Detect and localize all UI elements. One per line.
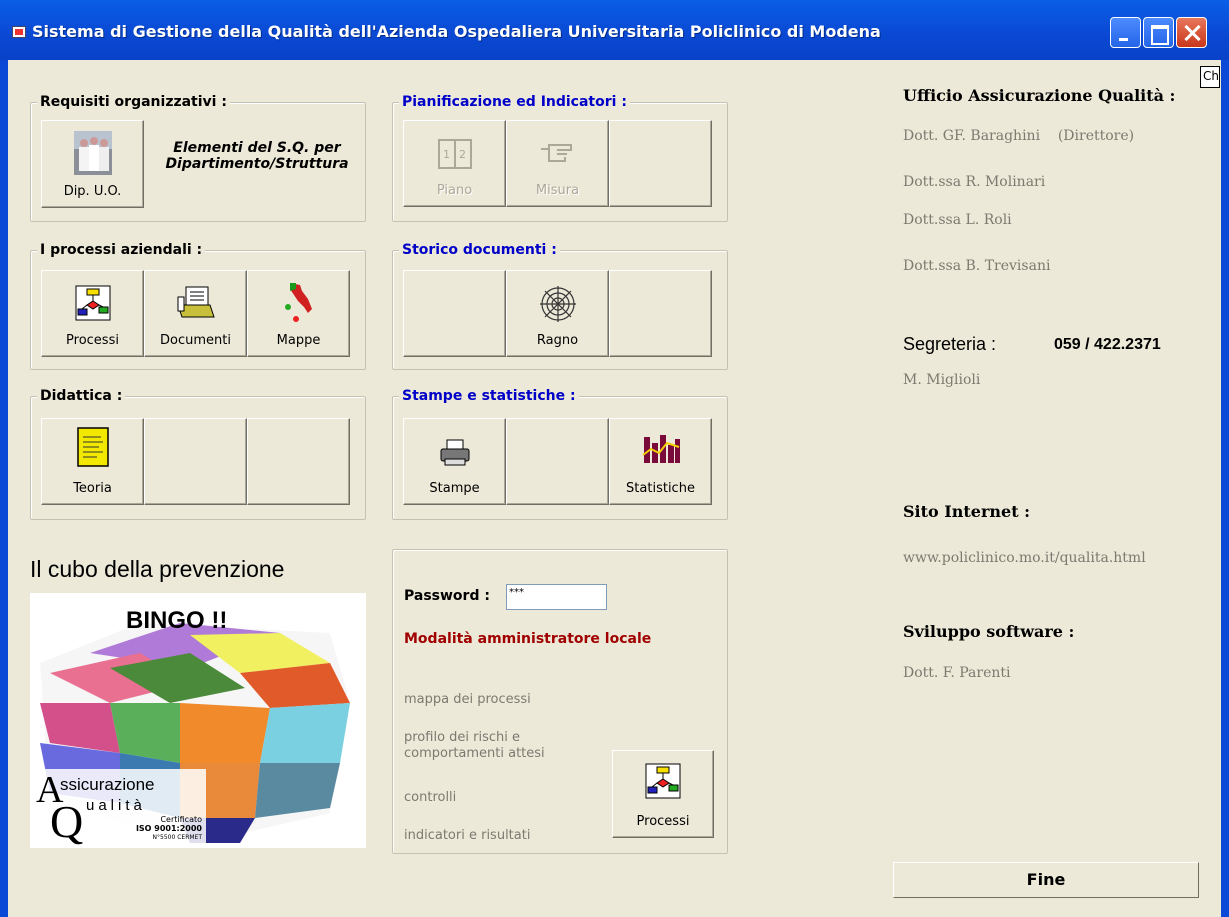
close-button[interactable] — [1176, 17, 1207, 48]
admin-processi-label: Processi — [636, 814, 690, 829]
teoria-button[interactable]: Teoria — [41, 418, 144, 505]
frame-processi-legend: I processi aziendali : — [37, 242, 206, 258]
link-mappa-processi[interactable]: mappa dei processi — [404, 692, 531, 707]
window-title: Sistema di Gestione della Qualità dell'A… — [32, 22, 881, 41]
maximize-button[interactable] — [1143, 17, 1174, 48]
cubo-image[interactable]: BINGO !! A ssicurazione Q ualità Certifi… — [30, 593, 366, 848]
ragno-label: Ragno — [536, 333, 579, 348]
misura-label: Misura — [535, 183, 580, 198]
aq-logo: A ssicurazione Q ualità Certificato ISO … — [34, 769, 206, 845]
frame-requisiti-legend: Requisiti organizzativi : — [37, 94, 230, 110]
stampe-empty-button[interactable] — [506, 418, 609, 505]
storico-empty-button-2[interactable] — [609, 270, 712, 357]
mappe-button[interactable]: Mappe — [247, 270, 350, 357]
cert-line-2: ISO 9001:2000 — [135, 824, 202, 833]
spider-web-icon — [539, 286, 576, 322]
dip-uo-button[interactable]: Dip. U.O. — [41, 120, 144, 208]
piano-label: Piano — [436, 183, 473, 198]
pianificazione-empty-button[interactable] — [609, 120, 712, 207]
didattica-empty-button-2[interactable] — [247, 418, 350, 505]
doctors-photo-icon — [73, 131, 112, 175]
frame-stampe-legend: Stampe e statistiche : — [399, 388, 579, 404]
developer-name: Dott. F. Parenti — [903, 665, 1011, 681]
link-indicatori[interactable]: indicatori e risultati — [404, 828, 530, 843]
bingo-text: BINGO !! — [126, 607, 228, 634]
piano-button[interactable]: 1 2 Piano — [403, 120, 506, 207]
segreteria-name: M. Miglioli — [903, 372, 981, 388]
ragno-button[interactable]: Ragno — [506, 270, 609, 357]
dip-uo-label: Dip. U.O. — [63, 184, 122, 199]
processi-button[interactable]: Processi — [41, 270, 144, 357]
processi-label: Processi — [66, 333, 119, 348]
profilo-line-2: comportamenti attesi — [404, 746, 545, 761]
sito-url[interactable]: www.policlinico.mo.it/qualita.html — [903, 550, 1146, 566]
logo-word-2: ualità — [86, 797, 146, 814]
sviluppo-heading: Sviluppo software : — [903, 622, 1075, 641]
corner-tag: Ch — [1200, 66, 1220, 88]
frame-pianificazione-legend: Pianificazione ed Indicatori : — [399, 94, 630, 110]
frame-didattica-legend: Didattica : — [37, 388, 126, 404]
mappe-label: Mappe — [276, 333, 321, 348]
cert-line-3: N°5500 CERMET — [152, 834, 202, 841]
segreteria-heading: Segreteria : — [903, 334, 997, 354]
flowchart-icon — [75, 285, 110, 321]
ufficio-heading: Ufficio Assicurazione Qualità : — [903, 86, 1176, 105]
minimize-button[interactable] — [1110, 17, 1141, 48]
notepad-icon — [76, 427, 109, 467]
printer-icon — [440, 439, 469, 466]
app-icon — [12, 26, 26, 38]
misura-button[interactable]: Misura — [506, 120, 609, 207]
segreteria-phone: 059 / 422.2371 — [1054, 336, 1161, 353]
flowchart-icon — [645, 763, 681, 799]
documents-folder-icon — [176, 286, 215, 318]
staff-4: Dott.ssa B. Trevisani — [903, 258, 1051, 274]
staff-3: Dott.ssa L. Roli — [903, 212, 1012, 228]
profilo-line-1: profilo dei rischi e — [404, 730, 521, 745]
staff-1: Dott. GF. Baraghini (Direttore) — [903, 128, 1135, 144]
fine-button[interactable]: Fine — [893, 862, 1199, 898]
storico-empty-button-1[interactable] — [403, 270, 506, 357]
link-profilo-rischi[interactable]: profilo dei rischi e comportamenti attes… — [404, 730, 545, 762]
cubo-title: Il cubo della prevenzione — [30, 556, 285, 582]
title-bar[interactable]: Sistema di Gestione della Qualità dell'A… — [0, 0, 1229, 60]
stampe-button[interactable]: Stampe — [403, 418, 506, 505]
statistiche-label: Statistiche — [626, 481, 695, 496]
logo-letter-q: Q — [50, 796, 84, 847]
password-input[interactable]: *** — [506, 584, 607, 610]
pointing-hand-icon — [540, 144, 572, 162]
teoria-label: Teoria — [73, 481, 112, 496]
requisiti-description: Elementi del S.Q. per Dipartimento/Strut… — [165, 140, 349, 172]
link-controlli[interactable]: controlli — [404, 790, 456, 805]
admin-mode-label: Modalità amministratore locale — [404, 631, 652, 647]
documenti-button[interactable]: Documenti — [144, 270, 247, 357]
didattica-empty-button-1[interactable] — [144, 418, 247, 505]
italy-map-icon — [284, 283, 312, 322]
bar-chart-icon — [640, 431, 681, 465]
svg-text:2: 2 — [459, 148, 466, 161]
stampe-label: Stampe — [429, 481, 480, 496]
frame-storico-legend: Storico documenti : — [399, 242, 560, 258]
admin-processi-button[interactable]: Processi — [612, 750, 714, 838]
password-label: Password : — [404, 588, 490, 604]
cert-line-1: Certificato — [160, 815, 202, 824]
staff-2: Dott.ssa R. Molinari — [903, 174, 1046, 190]
book-icon: 1 2 — [437, 139, 472, 169]
svg-text:1: 1 — [443, 148, 450, 161]
logo-word-1: ssicurazione — [60, 775, 155, 794]
documenti-label: Documenti — [160, 333, 231, 348]
sito-heading: Sito Internet : — [903, 502, 1031, 521]
statistiche-button[interactable]: Statistiche — [609, 418, 712, 505]
